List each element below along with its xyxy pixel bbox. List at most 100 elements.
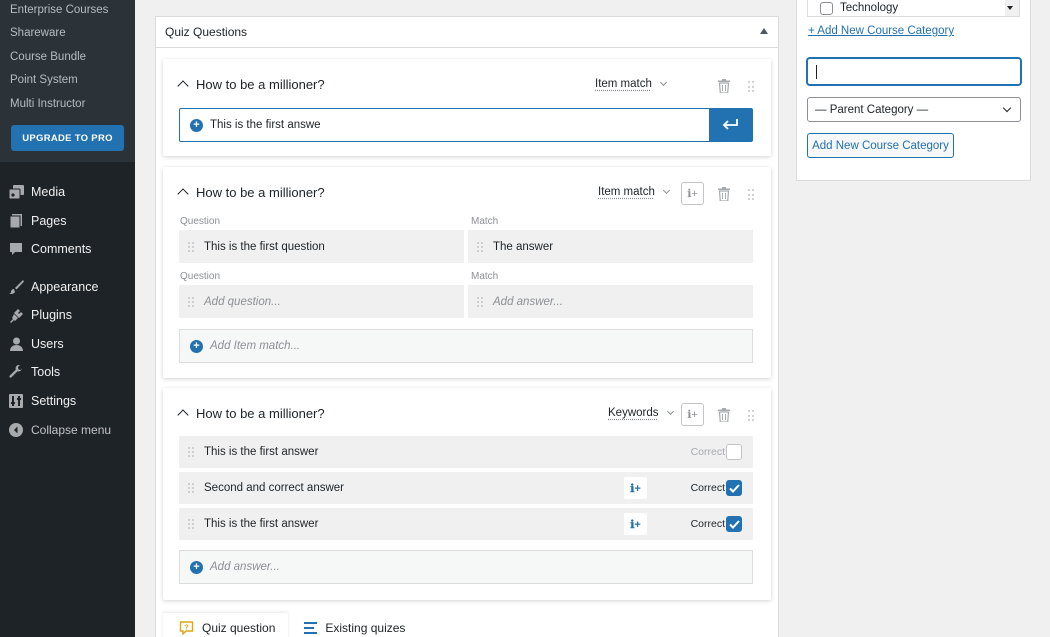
collapse-menu-button[interactable]: Collapse menu — [0, 418, 135, 442]
question-title[interactable]: How to be a millioner? — [196, 77, 325, 92]
trash-icon[interactable] — [718, 187, 730, 201]
drag-handle-icon[interactable] — [477, 297, 483, 307]
question-type-dropdown[interactable]: Keywords — [608, 407, 673, 419]
submenu-item-course-bundle[interactable]: Course Bundle — [10, 51, 86, 63]
question-header[interactable]: How to be a millioner? — [179, 404, 325, 422]
users-icon — [8, 336, 24, 352]
category-label[interactable]: Technology — [840, 2, 898, 14]
new-category-input[interactable] — [807, 58, 1021, 85]
keyword-answer-row[interactable]: This is the first answer Correct — [179, 436, 753, 468]
question-type-label: Item match — [598, 186, 655, 198]
category-checkbox[interactable] — [820, 2, 833, 15]
info-plus-icon[interactable]: ℹ+ — [624, 513, 647, 535]
panel-header[interactable]: Quiz Questions — [156, 17, 778, 48]
keyword-answer-row[interactable]: This is the first answer ℹ+ Correct — [179, 508, 753, 540]
sidebar-item-users[interactable]: Users — [0, 332, 135, 356]
trash-icon[interactable] — [718, 408, 730, 422]
sidebar-item-comments[interactable]: Comments — [0, 237, 135, 261]
question-field-label: Question — [180, 271, 220, 282]
sidebar-item-media[interactable]: Media — [0, 180, 135, 204]
correct-label: Correct — [691, 482, 725, 494]
question-header[interactable]: How to be a millioner? — [179, 75, 325, 93]
question-card: How to be a millioner? Keywords ℹ+ This … — [163, 388, 771, 600]
info-plus-button[interactable]: ℹ+ — [681, 182, 704, 205]
keyword-answer-row[interactable]: Second and correct answer ℹ+ Correct — [179, 472, 753, 504]
correct-checkbox[interactable] — [726, 516, 742, 532]
tab-quiz-question[interactable]: ? Quiz question — [163, 613, 288, 637]
correct-label: Correct — [691, 446, 725, 458]
drag-handle-icon[interactable] — [188, 483, 194, 493]
drag-handle-icon[interactable] — [477, 242, 483, 252]
chevron-up-icon[interactable] — [177, 188, 188, 199]
sidebar-item-label: Plugins — [31, 308, 72, 322]
answer-text: Second and correct answer — [204, 482, 344, 494]
match-text: The answer — [493, 241, 553, 253]
drag-handle-icon[interactable] — [188, 297, 194, 307]
add-new-category-button[interactable]: Add New Course Category — [807, 133, 954, 158]
collapse-toggle-icon[interactable] — [760, 28, 768, 34]
add-answer-input[interactable]: + Add answer... — [179, 550, 753, 584]
add-circle-icon: + — [190, 119, 203, 132]
add-item-match-input[interactable]: + Add Item match... — [179, 329, 753, 363]
match-cell[interactable]: The answer — [468, 230, 753, 263]
question-mark-icon: ? — [179, 621, 194, 635]
info-plus-icon: ℹ+ — [687, 187, 698, 200]
question-text: This is the first question — [204, 241, 325, 253]
submenu-item-point-system[interactable]: Point System — [10, 74, 78, 86]
sidebar-item-tools[interactable]: Tools — [0, 360, 135, 384]
answer-input[interactable] — [210, 109, 709, 141]
question-type-dropdown[interactable]: Item match — [598, 186, 669, 198]
match-field-label: Match — [471, 271, 498, 282]
parent-category-select[interactable]: — Parent Category — — [807, 97, 1021, 122]
tools-icon — [8, 364, 24, 380]
correct-checkbox[interactable] — [726, 480, 742, 496]
checkmark-icon — [729, 484, 740, 493]
panel-title: Quiz Questions — [165, 25, 247, 39]
question-field-label: Question — [180, 216, 220, 227]
sidebar-item-pages[interactable]: Pages — [0, 209, 135, 233]
drag-handle-icon[interactable] — [748, 410, 754, 422]
add-circle-icon: + — [190, 561, 203, 574]
info-plus-icon[interactable]: ℹ+ — [624, 477, 647, 499]
sidebar-item-settings[interactable]: Settings — [0, 389, 135, 413]
checkmark-icon — [729, 520, 740, 529]
drag-handle-icon[interactable] — [748, 81, 754, 93]
tab-label: Existing quizes — [325, 621, 405, 635]
scroll-down-icon[interactable] — [1007, 6, 1013, 10]
question-title[interactable]: How to be a millioner? — [196, 185, 325, 200]
add-new-category-link[interactable]: + Add New Course Category — [808, 25, 954, 37]
question-cell[interactable]: This is the first question — [179, 230, 464, 263]
answer-text: This is the first answer — [204, 446, 318, 458]
add-circle-icon: + — [190, 340, 203, 353]
question-type-label: Keywords — [608, 407, 659, 419]
drag-handle-icon[interactable] — [188, 242, 194, 252]
list-icon — [304, 622, 317, 634]
add-question-placeholder: Add question... — [204, 296, 281, 308]
sidebar-item-label: Users — [31, 337, 64, 351]
drag-handle-icon[interactable] — [748, 189, 754, 201]
upgrade-to-pro-button[interactable]: UPGRADE TO PRO — [11, 125, 124, 151]
tab-existing-quizes[interactable]: Existing quizes — [288, 613, 418, 637]
submenu-item-enterprise-courses[interactable]: Enterprise Courses — [10, 4, 108, 16]
add-answer-input[interactable]: Add answer... — [468, 285, 753, 318]
question-source-tabs: ? Quiz question Existing quizes — [163, 613, 418, 637]
match-field-label: Match — [471, 216, 498, 227]
chevron-up-icon[interactable] — [177, 80, 188, 91]
submit-answer-button[interactable] — [709, 109, 752, 141]
trash-icon[interactable] — [718, 79, 730, 93]
sidebar-item-appearance[interactable]: Appearance — [0, 275, 135, 299]
submenu-item-multi-instructor[interactable]: Multi Instructor — [10, 98, 85, 110]
question-header[interactable]: How to be a millioner? — [179, 183, 325, 201]
sidebar-item-plugins[interactable]: Plugins — [0, 303, 135, 327]
drag-handle-icon[interactable] — [188, 519, 194, 529]
chevron-up-icon[interactable] — [177, 409, 188, 420]
add-question-input[interactable]: Add question... — [179, 285, 464, 318]
drag-handle-icon[interactable] — [188, 447, 194, 457]
settings-icon — [8, 393, 24, 409]
svg-text:?: ? — [184, 623, 189, 632]
correct-checkbox[interactable] — [726, 444, 742, 460]
submenu-item-shareware[interactable]: Shareware — [10, 27, 66, 39]
question-title[interactable]: How to be a millioner? — [196, 406, 325, 421]
question-type-dropdown[interactable]: Item match — [595, 78, 666, 90]
info-plus-button[interactable]: ℹ+ — [681, 403, 704, 426]
